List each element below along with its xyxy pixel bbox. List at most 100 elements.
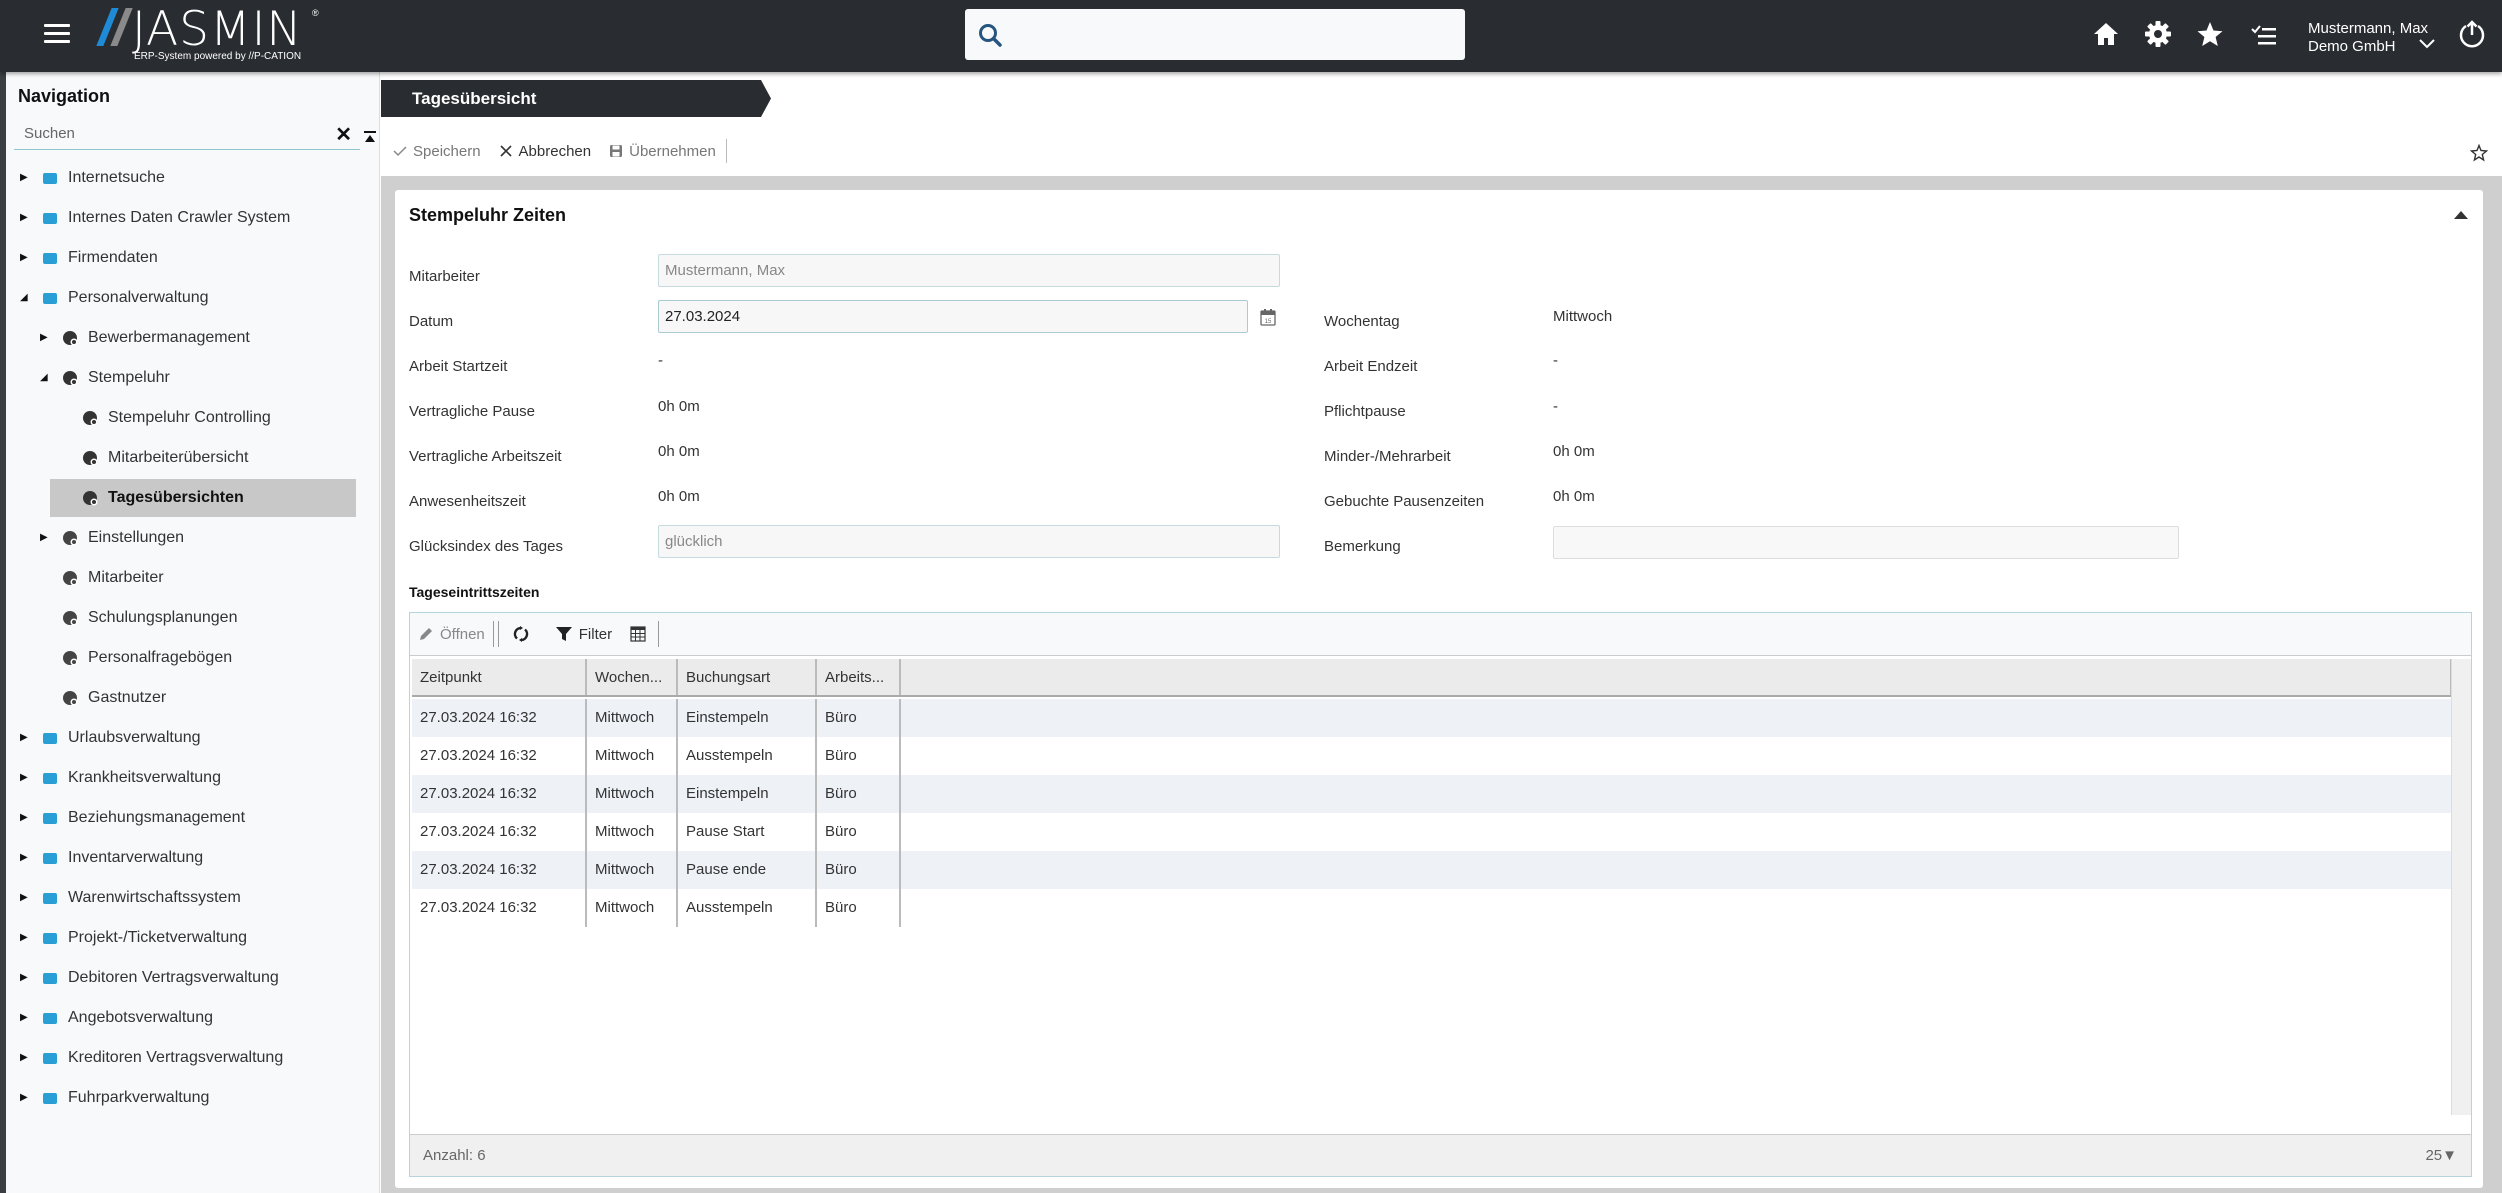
- star-icon[interactable]: [2194, 18, 2226, 50]
- sidebar-item-label: Tagesübersichten: [108, 489, 244, 506]
- sidebar-item[interactable]: ▶ Beziehungsmanagement: [6, 798, 380, 838]
- column-header[interactable]: Wochen...: [587, 659, 678, 695]
- calendar-icon[interactable]: 15: [1260, 308, 1276, 326]
- sidebar-item[interactable]: ▶ Internes Daten Crawler System: [6, 198, 380, 238]
- navigation-search-input[interactable]: [14, 118, 314, 148]
- datum-field[interactable]: [658, 300, 1248, 333]
- collapse-panel-icon[interactable]: [2453, 210, 2469, 220]
- form-toolbar: Speichern Abbrechen Übernehmen: [381, 138, 727, 164]
- expanded-arrow-icon[interactable]: ◢: [20, 293, 30, 303]
- mitarbeiter-field[interactable]: [658, 254, 1280, 287]
- applicant-icon: [60, 328, 80, 348]
- save-button[interactable]: Speichern: [393, 143, 481, 160]
- jasmin-logo[interactable]: JASMIN ® ERP-System powered by //P-CATIO…: [90, 2, 330, 64]
- collapsed-arrow-icon[interactable]: ▶: [20, 173, 30, 183]
- user-contract-icon: [40, 968, 60, 988]
- palm-tree-icon: [40, 728, 60, 748]
- table-row[interactable]: 27.03.2024 16:32 Mittwoch Ausstempeln Büro: [412, 889, 2452, 927]
- sidebar-item[interactable]: ▶ Inventarverwaltung: [6, 838, 380, 878]
- sidebar-item[interactable]: ◢ Personalverwaltung: [6, 278, 380, 318]
- column-header[interactable]: Buchungsart: [678, 659, 817, 695]
- refresh-button[interactable]: [513, 626, 529, 642]
- open-button[interactable]: Öffnen: [418, 626, 485, 643]
- sidebar-item[interactable]: Mitarbeiter: [6, 558, 380, 598]
- sidebar-item[interactable]: Tagesübersichten: [6, 478, 380, 518]
- sidebar-item[interactable]: ◢ Stempeluhr: [6, 358, 380, 398]
- table-cell: Mittwoch: [587, 889, 678, 927]
- sidebar-item[interactable]: Gastnutzer: [6, 678, 380, 718]
- collapsed-arrow-icon[interactable]: ▶: [20, 973, 30, 983]
- panel-title: Stempeluhr Zeiten: [409, 205, 567, 225]
- column-header[interactable]: Arbeits...: [817, 659, 901, 695]
- power-icon[interactable]: [2456, 18, 2488, 50]
- pencil-icon: [420, 628, 432, 640]
- sidebar-item[interactable]: Personalfragebögen: [6, 638, 380, 678]
- bemerkung-field[interactable]: [1553, 526, 2179, 559]
- table-row[interactable]: 27.03.2024 16:32 Mittwoch Einstempeln Büro: [412, 775, 2452, 813]
- sidebar-item[interactable]: ▶ Internetsuche: [6, 158, 380, 198]
- collapsed-arrow-icon[interactable]: ▶: [20, 773, 30, 783]
- collapsed-arrow-icon[interactable]: ▶: [20, 1013, 30, 1023]
- table-row[interactable]: 27.03.2024 16:32 Mittwoch Pause ende Büro: [412, 851, 2452, 889]
- grid-vertical-scrollbar[interactable]: [2451, 659, 2471, 1115]
- sidebar-item[interactable]: Schulungsplanungen: [6, 598, 380, 638]
- sidebar-item[interactable]: ▶ Debitoren Vertragsverwaltung: [6, 958, 380, 998]
- table-row[interactable]: 27.03.2024 16:32 Mittwoch Einstempeln Büro: [412, 699, 2452, 737]
- expanded-arrow-icon[interactable]: ◢: [40, 373, 50, 383]
- columns-button[interactable]: [630, 626, 646, 642]
- collapsed-arrow-icon[interactable]: ▶: [40, 533, 50, 543]
- collapsed-arrow-icon[interactable]: ▶: [20, 733, 30, 743]
- menu-icon[interactable]: [44, 24, 70, 44]
- checklist-icon[interactable]: [2248, 18, 2280, 50]
- collapsed-arrow-icon[interactable]: ▶: [20, 1093, 30, 1103]
- collapsed-arrow-icon[interactable]: ▶: [20, 893, 30, 903]
- table-row[interactable]: 27.03.2024 16:32 Mittwoch Ausstempeln Büro: [412, 737, 2452, 775]
- collapsed-arrow-icon[interactable]: ▶: [20, 213, 30, 223]
- sidebar-item[interactable]: ▶ Fuhrparkverwaltung: [6, 1078, 380, 1118]
- collapsed-arrow-icon[interactable]: ▶: [20, 813, 30, 823]
- collapsed-arrow-icon[interactable]: ▶: [20, 253, 30, 263]
- chevron-down-icon[interactable]: [2418, 38, 2436, 50]
- collapsed-arrow-icon[interactable]: ▶: [20, 853, 30, 863]
- table-cell: Mittwoch: [587, 775, 678, 813]
- filter-button[interactable]: Filter: [555, 626, 612, 643]
- building-icon: [40, 248, 60, 268]
- arbeit-startzeit-label: Arbeit Startzeit: [409, 358, 508, 375]
- cloud-search-icon: [40, 168, 60, 188]
- cancel-button[interactable]: Abbrechen: [499, 143, 591, 160]
- sidebar-item[interactable]: ▶ Einstellungen: [6, 518, 380, 558]
- sidebar-item[interactable]: Mitarbeiterübersicht: [6, 438, 380, 478]
- collapsed-arrow-icon[interactable]: ▶: [40, 333, 50, 343]
- apply-button[interactable]: Übernehmen: [609, 143, 716, 160]
- table-row[interactable]: 27.03.2024 16:32 Mittwoch Pause Start Büro: [412, 813, 2452, 851]
- gluecksindex-field[interactable]: [658, 525, 1280, 558]
- sidebar-item[interactable]: ▶ Angebotsverwaltung: [6, 998, 380, 1038]
- favorite-star-icon[interactable]: [2470, 144, 2488, 162]
- collapsed-arrow-icon[interactable]: ▶: [20, 1053, 30, 1063]
- sidebar-item[interactable]: ▶ Krankheitsverwaltung: [6, 758, 380, 798]
- entries-grid: Öffnen Filter Zeitpunkt Wochen... Buchungs…: [409, 612, 2472, 1177]
- sidebar-item[interactable]: ▶ Kreditoren Vertragsverwaltung: [6, 1038, 380, 1078]
- sidebar-item[interactable]: Stempeluhr Controlling: [6, 398, 380, 438]
- sidebar-item-label: Mitarbeiterübersicht: [108, 449, 249, 466]
- sidebar-item[interactable]: ▶ Warenwirtschaftssystem: [6, 878, 380, 918]
- open-label: Öffnen: [440, 625, 485, 643]
- clear-search-icon[interactable]: ✕: [335, 122, 352, 147]
- medical-kit-icon: [40, 768, 60, 788]
- sidebar-item[interactable]: ▶ Projekt-/Ticketverwaltung: [6, 918, 380, 958]
- sidebar-item[interactable]: ▶ Firmendaten: [6, 238, 380, 278]
- collapsed-arrow-icon[interactable]: ▶: [20, 933, 30, 943]
- sidebar-item[interactable]: ▶ Bewerbermanagement: [6, 318, 380, 358]
- global-search-input[interactable]: [1013, 9, 1465, 60]
- user-menu[interactable]: Mustermann, Max Demo GmbH: [2308, 20, 2428, 56]
- tab-tagesuebersicht[interactable]: Tagesübersicht: [381, 80, 771, 117]
- page-size-select[interactable]: 25▼: [2425, 1147, 2457, 1164]
- check-icon: [393, 146, 407, 157]
- home-icon[interactable]: [2090, 18, 2122, 50]
- floppy-disk-icon: [610, 145, 623, 157]
- sidebar-item[interactable]: ▶ Urlaubsverwaltung: [6, 718, 380, 758]
- global-search[interactable]: [965, 9, 1465, 60]
- collapse-all-icon[interactable]: [363, 130, 377, 144]
- column-header[interactable]: Zeitpunkt: [412, 659, 587, 695]
- gear-icon[interactable]: [2142, 18, 2174, 50]
